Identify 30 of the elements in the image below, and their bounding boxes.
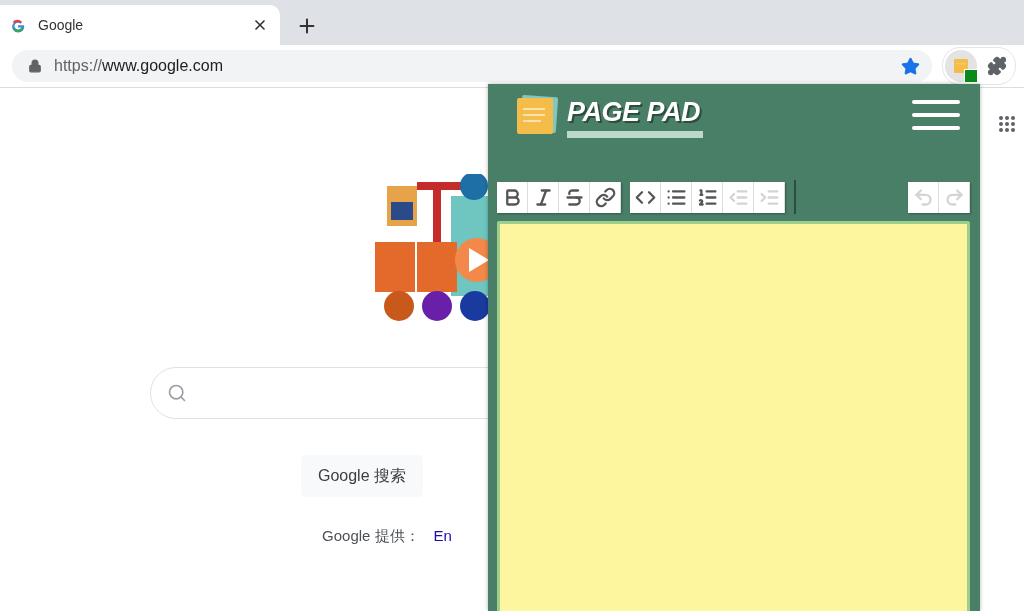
lock-icon xyxy=(28,59,42,73)
undo-icon xyxy=(912,186,934,208)
redo-icon xyxy=(943,186,965,208)
address-bar[interactable]: https://www.google.com xyxy=(12,50,932,82)
close-icon[interactable] xyxy=(252,17,268,33)
italic-button[interactable] xyxy=(528,181,559,213)
app-title: PAGE PAD xyxy=(567,97,702,128)
numbered-list-icon xyxy=(696,186,718,208)
bullet-list-button[interactable] xyxy=(661,181,692,213)
search-icon xyxy=(167,383,187,403)
code-button[interactable] xyxy=(630,181,661,213)
menu-icon[interactable] xyxy=(912,100,960,130)
strikethrough-icon xyxy=(563,186,585,208)
search-button[interactable]: Google 搜索 xyxy=(300,455,423,497)
strikethrough-button[interactable] xyxy=(559,181,590,213)
notes-extension-icon[interactable] xyxy=(945,50,977,82)
star-icon[interactable] xyxy=(901,56,920,76)
google-logo-icon xyxy=(10,17,26,33)
tab-title: Google xyxy=(38,17,85,33)
link-icon xyxy=(594,186,616,208)
note-editor-field[interactable] xyxy=(497,221,970,611)
sticky-notes-icon xyxy=(515,94,559,136)
offered-label: Google 提供： xyxy=(322,527,420,546)
puzzle-icon[interactable] xyxy=(987,56,1007,76)
apps-grid-icon[interactable] xyxy=(998,115,1016,133)
link-button[interactable] xyxy=(590,181,621,213)
language-link[interactable]: En xyxy=(433,527,452,546)
bold-button[interactable] xyxy=(497,181,528,213)
browser-tab[interactable]: Google xyxy=(0,5,280,45)
numbered-list-button[interactable] xyxy=(692,181,723,213)
